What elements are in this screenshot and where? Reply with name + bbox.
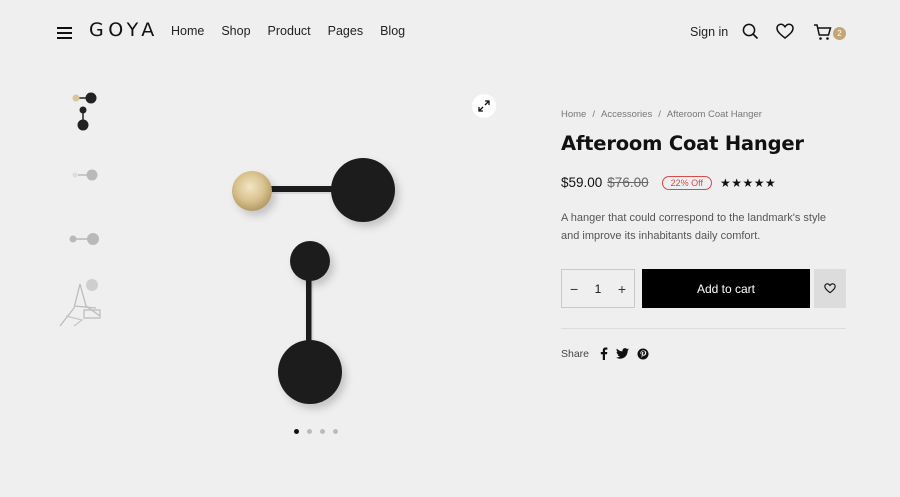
gallery-dots	[294, 429, 338, 434]
nav-home[interactable]: Home	[171, 24, 204, 38]
nav-pages[interactable]: Pages	[328, 24, 363, 38]
quantity-stepper: − 1 +	[561, 269, 635, 308]
breadcrumb-separator: /	[592, 109, 595, 120]
nav-blog[interactable]: Blog	[380, 24, 405, 38]
product-title: Afteroom Coat Hanger	[561, 132, 804, 155]
nav-shop[interactable]: Shop	[221, 24, 250, 38]
logo[interactable]: GOYA	[89, 19, 159, 41]
current-price: $59.00	[561, 175, 603, 190]
rating-stars[interactable]: ★★★★★	[720, 176, 776, 190]
pinterest-icon[interactable]	[637, 348, 649, 360]
facebook-icon[interactable]	[599, 347, 608, 360]
gallery-dot-2[interactable]	[307, 429, 312, 434]
discount-badge: 22% Off	[661, 175, 712, 190]
gallery-dot-4[interactable]	[333, 429, 338, 434]
main-nav: Home Shop Product Pages Blog	[171, 24, 422, 38]
product-main-image	[120, 80, 520, 425]
expand-icon[interactable]	[472, 94, 496, 118]
heart-icon	[824, 283, 836, 294]
search-icon[interactable]	[742, 23, 759, 44]
nav-product[interactable]: Product	[268, 24, 311, 38]
share-label: Share	[561, 347, 590, 360]
menu-icon[interactable]	[57, 27, 72, 39]
thumbnail-3[interactable]	[56, 212, 108, 264]
cart-icon[interactable]	[813, 23, 832, 45]
heart-icon[interactable]	[776, 23, 794, 44]
breadcrumb: Home / Accessories / Afteroom Coat Hanger	[561, 109, 762, 120]
share-row: Share	[561, 347, 657, 360]
add-to-cart-button[interactable]: Add to cart	[642, 269, 810, 308]
site-header: GOYA Home Shop Product Pages Blog Sign i…	[0, 0, 900, 64]
divider	[561, 328, 846, 329]
wishlist-button[interactable]	[814, 269, 846, 308]
quantity-increase-button[interactable]: +	[618, 281, 626, 297]
twitter-icon[interactable]	[616, 348, 630, 359]
breadcrumb-separator: /	[658, 109, 661, 120]
cart-count-badge: 2	[833, 27, 846, 40]
sign-in-link[interactable]: Sign in	[690, 25, 728, 39]
product-description: A hanger that could correspond to the la…	[561, 212, 827, 242]
thumbnail-4[interactable]	[56, 276, 108, 328]
gallery-dot-1[interactable]	[294, 429, 299, 434]
quantity-decrease-button[interactable]: −	[570, 281, 578, 297]
gallery-dot-3[interactable]	[320, 429, 325, 434]
thumbnail-2[interactable]	[56, 148, 108, 200]
price-row: $59.00 $76.00 22% Off ★★★★★	[561, 175, 776, 190]
breadcrumb-accessories[interactable]: Accessories	[601, 109, 652, 120]
thumbnail-1[interactable]	[56, 84, 108, 136]
breadcrumb-current: Afteroom Coat Hanger	[666, 109, 762, 120]
old-price: $76.00	[607, 175, 649, 190]
quantity-value[interactable]: 1	[595, 282, 602, 296]
breadcrumb-home[interactable]: Home	[561, 109, 586, 120]
